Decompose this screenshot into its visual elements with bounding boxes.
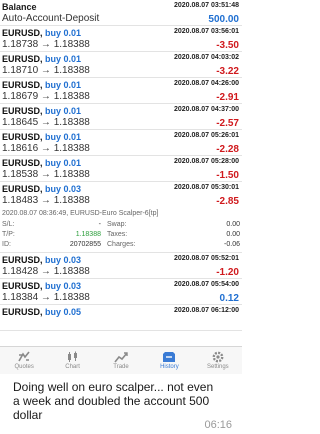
trade-pnl: -1.20 <box>216 267 239 278</box>
trade-symbol: EURUSD, <box>2 80 43 90</box>
tab-quotes-label: Quotes <box>14 364 34 370</box>
trade-time: 2020.08.07 04:26:00 <box>174 80 239 87</box>
tab-settings-label: Settings <box>206 364 229 370</box>
trade-row[interactable]: EURUSD, buy 0.01 1.18710 → 1.18388 2020.… <box>0 52 242 78</box>
trade-row[interactable]: EURUSD, buy 0.01 1.18538 → 1.18388 2020.… <box>0 156 242 182</box>
trade-row[interactable]: EURUSD, buy 0.01 1.18645 → 1.18388 2020.… <box>0 104 242 130</box>
trade-time: 2020.08.07 04:37:00 <box>174 106 239 113</box>
trade-pnl: -2.91 <box>216 92 239 103</box>
trade-time: 2020.08.07 03:56:01 <box>174 28 239 35</box>
trade-pnl: -2.57 <box>216 118 239 129</box>
quotes-icon <box>18 351 30 362</box>
tp-label: T/P: <box>2 231 15 238</box>
trade-prices: 1.18384 → 1.18388 <box>2 292 90 303</box>
tab-history[interactable]: History <box>145 347 193 374</box>
sl-value: - <box>98 221 101 228</box>
trade-pnl: 0.12 <box>219 293 239 304</box>
trade-time: 2020.08.07 04:03:02 <box>174 54 239 61</box>
trade-symbol: EURUSD, <box>2 281 43 291</box>
trade-pnl: -2.85 <box>216 196 239 207</box>
trade-pnl: -3.50 <box>216 40 239 51</box>
trade-pnl: -3.22 <box>216 66 239 77</box>
chat-message-text: Doing well on euro scalper... not even a… <box>13 380 214 422</box>
trade-row[interactable]: EURUSD, buy 0.01 1.18616 → 1.18388 2020.… <box>0 130 242 156</box>
trade-row[interactable]: EURUSD, buy 0.05 2020.08.07 06:12:00 <box>0 305 242 331</box>
trade-pnl: -2.28 <box>216 144 239 155</box>
balance-sub: Auto-Account-Deposit <box>2 13 100 24</box>
trade-prices: 1.18538 → 1.18388 <box>2 169 90 180</box>
trade-row[interactable]: EURUSD, buy 0.01 1.18738 → 1.18388 2020.… <box>0 26 242 52</box>
trade-prices: 1.18483 → 1.18388 <box>2 195 90 206</box>
trade-row[interactable]: EURUSD, buy 0.01 1.18679 → 1.18388 2020.… <box>0 78 242 104</box>
trade-side: buy 0.01 <box>45 106 82 116</box>
tab-settings[interactable]: Settings <box>194 347 242 374</box>
trade-side: buy 0.05 <box>45 307 82 317</box>
trade-prices: 1.18738 → 1.18388 <box>2 39 90 50</box>
chat-message: Doing well on euro scalper... not even a… <box>0 374 242 434</box>
trade-symbol: EURUSD, <box>2 255 43 265</box>
trade-details: 2020.08.07 08:36:49, EURUSD-Euro Scalper… <box>0 208 242 253</box>
trade-time: 2020.08.07 05:28:00 <box>174 158 239 165</box>
tp-value: 1.18388 <box>75 231 101 238</box>
trade-prices: 1.18428 → 1.18388 <box>2 266 90 277</box>
trade-symbol: EURUSD, <box>2 106 43 116</box>
id-value: 20702855 <box>69 241 101 248</box>
tab-quotes[interactable]: Quotes <box>0 347 48 374</box>
trade-row-selected[interactable]: EURUSD, buy 0.03 1.18483 → 1.18388 2020.… <box>0 182 242 208</box>
trade-side: buy 0.01 <box>45 54 82 64</box>
taxes-label: Taxes: <box>107 231 128 238</box>
swap-label: Swap: <box>107 221 127 228</box>
trade-symbol: EURUSD, <box>2 132 43 142</box>
charges-label: Charges: <box>107 241 136 248</box>
balance-value: 500.00 <box>208 14 239 25</box>
trade-symbol: EURUSD, <box>2 307 43 317</box>
trade-side: buy 0.03 <box>45 281 82 291</box>
tab-trade-label: Trade <box>113 364 129 370</box>
charges-value: -0.06 <box>224 241 240 248</box>
trade-time: 2020.08.07 05:54:00 <box>174 281 239 288</box>
tab-chart[interactable]: Chart <box>48 347 96 374</box>
trade-prices: 1.18616 → 1.18388 <box>2 143 90 154</box>
taxes-value: 0.00 <box>226 231 240 238</box>
trade-symbol: EURUSD, <box>2 28 43 38</box>
balance-time: 2020.08.07 03:51:48 <box>174 2 239 9</box>
balance-row[interactable]: Balance Auto-Account-Deposit 2020.08.07 … <box>0 0 242 26</box>
trade-side: buy 0.01 <box>45 80 82 90</box>
trade-prices: 1.18679 → 1.18388 <box>2 91 90 102</box>
trade-side: buy 0.01 <box>45 158 82 168</box>
trade-prices: 1.18645 → 1.18388 <box>2 117 90 128</box>
trade-time: 2020.08.07 05:30:01 <box>174 184 239 191</box>
swap-value: 0.00 <box>226 221 240 228</box>
bottom-tab-bar: Quotes Chart Trade History Settings <box>0 346 242 374</box>
trade-symbol: EURUSD, <box>2 158 43 168</box>
id-label: ID: <box>2 241 11 248</box>
settings-icon <box>212 351 224 363</box>
trade-side: buy 0.01 <box>45 132 82 142</box>
trade-icon <box>114 352 128 363</box>
chat-message-time: 06:16 <box>204 419 232 431</box>
trade-symbol: EURUSD, <box>2 184 43 194</box>
chart-icon <box>67 351 77 362</box>
history-list[interactable]: Balance Auto-Account-Deposit 2020.08.07 … <box>0 0 242 346</box>
trade-side: buy 0.03 <box>45 255 82 265</box>
trade-time: 2020.08.07 05:26:01 <box>174 132 239 139</box>
trade-side: buy 0.03 <box>45 184 82 194</box>
history-icon <box>163 352 176 362</box>
trade-symbol: EURUSD, <box>2 54 43 64</box>
trade-time: 2020.08.07 05:52:01 <box>174 255 239 262</box>
tab-chart-label: Chart <box>65 364 80 370</box>
trade-comment: 2020.08.07 08:36:49, EURUSD-Euro Scalper… <box>2 210 159 217</box>
trade-prices: 1.18710 → 1.18388 <box>2 65 90 76</box>
trade-time: 2020.08.07 06:12:00 <box>174 307 239 314</box>
tab-history-label: History <box>160 364 179 370</box>
trade-side: buy 0.01 <box>45 28 82 38</box>
trade-row[interactable]: EURUSD, buy 0.03 1.18384 → 1.18388 2020.… <box>0 279 242 305</box>
trade-pnl: -1.50 <box>216 170 239 181</box>
tab-trade[interactable]: Trade <box>97 347 145 374</box>
sl-label: S/L: <box>2 221 15 228</box>
trade-row[interactable]: EURUSD, buy 0.03 1.18428 → 1.18388 2020.… <box>0 253 242 279</box>
